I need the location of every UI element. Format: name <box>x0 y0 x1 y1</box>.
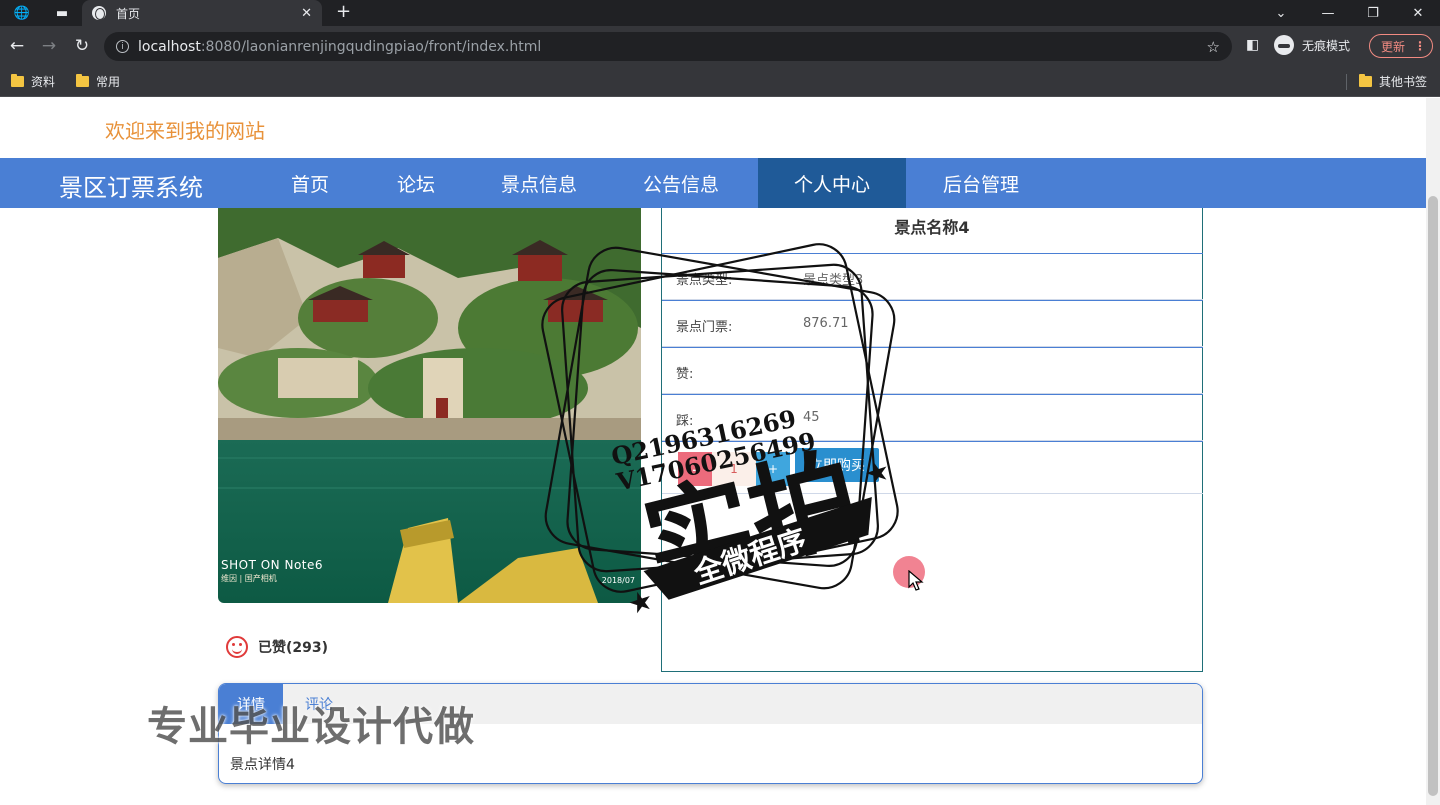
page-viewport: 欢迎来到我的网站 景区订票系统 首页 论坛 景点信息 公告信息 个人中心 后台管… <box>0 98 1440 805</box>
nav-attractions[interactable]: 景点信息 <box>484 158 594 208</box>
detail-row-like: 赞: <box>662 347 1203 394</box>
detail-row-price: 景点门票: 876.71 <box>662 300 1203 347</box>
other-bookmarks[interactable]: 其他书签 <box>1359 73 1427 90</box>
side-panel-icon[interactable]: ◧ <box>1246 37 1259 53</box>
detail-value: 景点类型3 <box>803 273 864 288</box>
browser-tab[interactable]: 首页 ✕ <box>82 0 322 26</box>
photo-date-text: 2018/07 <box>601 576 635 585</box>
like-status[interactable]: 已赞(293) <box>226 636 328 658</box>
browser-toolbar: ← → ↻ i localhost :8080/laonianrenjingqu… <box>0 26 1440 66</box>
scroll-thumb[interactable] <box>1428 196 1438 796</box>
detail-key: 踩: <box>676 414 694 429</box>
detail-key: 景点类型: <box>676 273 733 288</box>
quantity-plus-button[interactable]: + <box>756 452 790 486</box>
nav-announcements[interactable]: 公告信息 <box>626 158 736 208</box>
quantity-minus-button[interactable]: - <box>678 452 712 486</box>
site-nav: 景区订票系统 首页 论坛 景点信息 公告信息 个人中心 后台管理 <box>0 158 1426 208</box>
more-icon: ⋮ <box>1414 39 1427 53</box>
back-button[interactable]: ← <box>5 34 29 58</box>
minimize-button[interactable]: — <box>1306 0 1350 26</box>
info-icon[interactable]: i <box>116 40 129 53</box>
address-bar[interactable]: i localhost :8080/laonianrenjingqudingpi… <box>104 32 1232 61</box>
nav-admin[interactable]: 后台管理 <box>926 158 1036 208</box>
url-path: :8080/laonianrenjingqudingpiao/front/ind… <box>200 38 542 55</box>
incognito-icon <box>1274 35 1294 55</box>
detail-key: 赞: <box>676 367 694 382</box>
detail-value: 876.71 <box>803 316 849 331</box>
star-icon[interactable]: ☆ <box>1207 38 1220 56</box>
reload-button[interactable]: ↻ <box>70 34 94 58</box>
profile-icon[interactable]: 🌐 <box>4 0 40 26</box>
tab-title: 首页 <box>116 6 141 21</box>
nav-home[interactable]: 首页 <box>268 158 352 208</box>
attraction-detail: 景点名称4 景点类型: 景点类型3 景点门票: 876.71 赞: 踩: 45 … <box>661 208 1203 672</box>
window-close-button[interactable]: ✕ <box>1396 0 1440 26</box>
globe-icon <box>92 6 106 20</box>
bookmark-folder[interactable]: 常用 <box>76 73 120 90</box>
incognito-label: 无痕模式 <box>1302 38 1351 53</box>
promo-watermark: 专业毕业设计代做 <box>147 704 475 750</box>
incognito-indicator[interactable]: 无痕模式 <box>1274 35 1350 55</box>
bookmark-folder[interactable]: 资料 <box>11 73 55 90</box>
detail-key: 景点门票: <box>676 320 733 335</box>
tab-content: 景点详情4 <box>230 757 295 773</box>
page-scrollbar[interactable] <box>1426 98 1440 805</box>
detail-row-type: 景点类型: 景点类型3 <box>662 253 1203 300</box>
tab-overview-icon[interactable]: ▬ <box>44 0 80 26</box>
url-host: localhost <box>138 38 201 55</box>
new-tab-button[interactable]: + <box>336 0 351 26</box>
quantity-input[interactable]: 1 <box>712 452 756 486</box>
bookmark-label: 常用 <box>96 75 121 89</box>
buy-now-button[interactable]: 立即购买 <box>795 448 879 482</box>
photo-sub-text: 维因 | 国产相机 <box>221 574 277 583</box>
restore-button[interactable]: ❐ <box>1351 0 1395 26</box>
mouse-cursor-icon <box>908 570 924 591</box>
forward-button[interactable]: → <box>37 34 61 58</box>
smile-icon <box>226 636 248 658</box>
folder-icon <box>1359 74 1372 87</box>
update-button[interactable]: 更新 ⋮ <box>1369 34 1433 58</box>
close-icon[interactable]: ✕ <box>301 6 312 21</box>
folder-icon <box>11 74 24 87</box>
folder-icon <box>76 74 89 87</box>
attraction-photo: SHOT ON Note6 维因 | 国产相机 2018/07 <box>218 208 641 603</box>
scenic-image <box>218 208 641 603</box>
detail-row-dislike: 踩: 45 <box>662 394 1203 441</box>
bookmark-label: 资料 <box>31 75 56 89</box>
welcome-text: 欢迎来到我的网站 <box>105 119 265 143</box>
like-count: 已赞(293) <box>258 640 329 656</box>
site-brand[interactable]: 景区订票系统 <box>59 168 203 203</box>
chevron-down-icon[interactable]: ⌄ <box>1259 0 1303 26</box>
photo-shot-text: SHOT ON Note6 <box>221 558 324 572</box>
nav-forum[interactable]: 论坛 <box>374 158 458 208</box>
browser-tab-bar: 🌐 ▬ 首页 ✕ + ⌄ — ❐ ✕ <box>0 0 1440 26</box>
detail-row-purchase: - 1 + 立即购买 <box>662 441 1203 494</box>
update-label: 更新 <box>1381 39 1406 54</box>
attraction-title: 景点名称4 <box>894 218 970 237</box>
other-bookmarks-label: 其他书签 <box>1379 75 1428 89</box>
detail-value: 45 <box>803 410 820 425</box>
bookmarks-bar: 资料 常用 其他书签 <box>0 66 1440 97</box>
nav-personal-center[interactable]: 个人中心 <box>758 158 906 208</box>
bookmark-separator <box>1346 74 1347 90</box>
